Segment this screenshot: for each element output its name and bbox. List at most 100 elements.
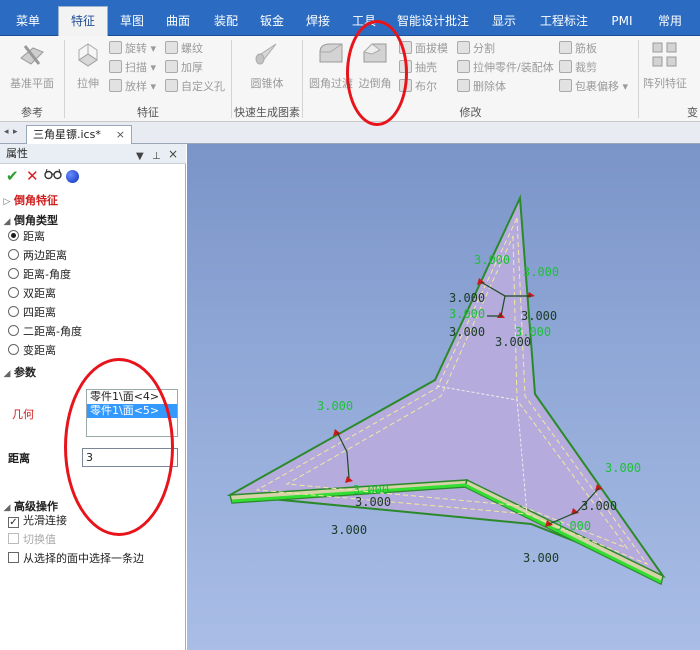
option-toggle-value[interactable]: 切换值 bbox=[8, 531, 56, 549]
menu-tab-pmi[interactable]: PMI bbox=[602, 8, 642, 36]
plane-icon bbox=[20, 45, 44, 65]
ribbon-group-array: 阵列特征 变 bbox=[639, 36, 700, 122]
wrap-offset-label: 包裹偏移 bbox=[575, 80, 619, 93]
dimension-label: 3.000 bbox=[555, 519, 591, 533]
extrude-icon bbox=[78, 43, 98, 67]
type-option-label: 四距离 bbox=[23, 306, 56, 319]
thicken-label: 加厚 bbox=[181, 61, 203, 74]
cone-button[interactable]: 圆锥体 bbox=[244, 40, 290, 91]
ribbon-group-feature: 拉伸 旋转 ▾ 扫描 ▾ 放样 ▾ 螺纹 加厚 自定义孔 特征 bbox=[65, 36, 231, 122]
option-smooth-connect[interactable]: ✓ 光滑连接 bbox=[8, 512, 67, 530]
extrude-part-label: 拉伸零件/装配体 bbox=[473, 61, 554, 74]
custom-hole-label: 自定义孔 bbox=[181, 80, 225, 93]
type-option-four-distance[interactable]: 四距离 bbox=[8, 304, 56, 322]
option-label: 切换值 bbox=[23, 533, 56, 546]
type-option-label: 两边距离 bbox=[23, 249, 67, 262]
menu-tab-feature[interactable]: 特征 bbox=[58, 6, 108, 36]
type-option-two-side-distance[interactable]: 两边距离 bbox=[8, 247, 67, 265]
loft-label: 放样 bbox=[125, 80, 147, 93]
checkbox[interactable]: ✓ bbox=[8, 517, 19, 528]
menu-tab-surface[interactable]: 曲面 bbox=[156, 8, 200, 36]
geometry-label: 几何 bbox=[12, 408, 34, 421]
option-label: 从选择的面中选择一条边 bbox=[23, 552, 144, 565]
trim-icon bbox=[559, 60, 572, 73]
revolve-button[interactable]: 旋转 ▾ bbox=[109, 40, 156, 58]
document-tab[interactable]: 三角星镖.ics* × bbox=[26, 125, 132, 144]
radio-button[interactable] bbox=[8, 306, 19, 317]
split-button[interactable]: 分割 bbox=[457, 40, 495, 58]
document-tab-title: 三角星镖.ics* bbox=[33, 128, 101, 141]
menu-tab-display[interactable]: 显示 bbox=[482, 8, 526, 36]
dimension-label: 3.000 bbox=[581, 499, 617, 513]
radio-button[interactable] bbox=[8, 230, 19, 241]
pattern-button[interactable]: 阵列特征 bbox=[641, 40, 689, 91]
help-icon[interactable] bbox=[66, 170, 79, 183]
hole-icon bbox=[165, 79, 178, 92]
type-option-variable-distance[interactable]: 变距离 bbox=[8, 342, 56, 360]
dimension-label: 3.000 bbox=[521, 309, 557, 323]
extrude-button[interactable]: 拉伸 bbox=[69, 40, 107, 91]
feature-title-row[interactable]: ▷ 倒角特征 bbox=[0, 192, 186, 210]
tab-scroll-right-icon[interactable]: ▸ bbox=[13, 127, 18, 137]
panel-action-bar: ✔ ✕ bbox=[0, 164, 186, 188]
menu-tab-menu[interactable]: 菜单 bbox=[0, 8, 56, 36]
split-icon bbox=[457, 41, 470, 54]
checkbox[interactable] bbox=[8, 533, 19, 544]
base-plane-label: 基准平面 bbox=[10, 77, 54, 90]
confirm-icon[interactable]: ✔ bbox=[6, 166, 19, 186]
3d-viewport[interactable]: 3.000 3.000 3.000 3.000 3.000 3.000 3.00… bbox=[187, 144, 700, 650]
split-label: 分割 bbox=[473, 42, 495, 55]
loft-button[interactable]: 放样 ▾ bbox=[109, 78, 156, 96]
custom-hole-button[interactable]: 自定义孔 bbox=[165, 78, 225, 96]
type-option-double-distance[interactable]: 双距离 bbox=[8, 285, 56, 303]
type-option-label: 距离 bbox=[23, 230, 45, 243]
ribbon-group-reference: 基准平面 参考 bbox=[0, 36, 64, 122]
model-canvas[interactable]: 3.000 3.000 3.000 3.000 3.000 3.000 3.00… bbox=[187, 144, 700, 650]
radio-button[interactable] bbox=[8, 287, 19, 298]
checkbox[interactable] bbox=[8, 552, 19, 563]
thicken-button[interactable]: 加厚 bbox=[165, 59, 203, 77]
menu-tab-sheetmetal[interactable]: 钣金 bbox=[250, 8, 294, 36]
type-option-distance[interactable]: 距离 bbox=[8, 228, 45, 246]
type-option-distance-angle[interactable]: 距离-角度 bbox=[8, 266, 71, 284]
menu-tab-assembly[interactable]: 装配 bbox=[204, 8, 248, 36]
rib-button[interactable]: 筋板 bbox=[559, 40, 597, 58]
dimension-label: 3.000 bbox=[317, 399, 353, 413]
menu-tab-common[interactable]: 常用 bbox=[648, 8, 692, 36]
type-option-two-distance-angle[interactable]: 二距离-角度 bbox=[8, 323, 82, 341]
close-panel-icon[interactable]: × bbox=[168, 145, 178, 164]
base-plane-button[interactable]: 基准平面 bbox=[6, 40, 58, 91]
preview-glasses-icon[interactable] bbox=[44, 166, 62, 186]
menu-bar: 菜单 特征 草图 曲面 装配 钣金 焊接 工具 智能设计批注 显示 工程标注 P… bbox=[0, 0, 700, 36]
menu-tab-sketch[interactable]: 草图 bbox=[110, 8, 154, 36]
radio-button[interactable] bbox=[8, 268, 19, 279]
param-section-title: 参数 bbox=[14, 366, 36, 379]
menu-tab-welding[interactable]: 焊接 bbox=[296, 8, 340, 36]
delete-body-label: 删除体 bbox=[473, 80, 506, 93]
type-option-label: 双距离 bbox=[23, 287, 56, 300]
radio-button[interactable] bbox=[8, 344, 19, 355]
menu-tab-engineering-annotation[interactable]: 工程标注 bbox=[534, 8, 594, 36]
pattern-icon bbox=[652, 42, 677, 67]
sweep-button[interactable]: 扫描 ▾ bbox=[109, 59, 156, 77]
panel-header: 属性 ▼ ⊥ × bbox=[0, 144, 186, 164]
type-option-label: 二距离-角度 bbox=[23, 325, 82, 338]
extrude-part-button[interactable]: 拉伸零件/装配体 bbox=[457, 59, 554, 77]
menu-tab-smart-design[interactable]: 智能设计批注 bbox=[392, 8, 474, 36]
dimension-label: 3.000 bbox=[605, 461, 641, 475]
thread-button[interactable]: 螺纹 bbox=[165, 40, 203, 58]
close-tab-icon[interactable]: × bbox=[116, 126, 125, 144]
tab-scroll-left-icon[interactable]: ◂ bbox=[4, 127, 9, 137]
delete-body-button[interactable]: 删除体 bbox=[457, 78, 506, 96]
trim-button[interactable]: 裁剪 bbox=[559, 59, 597, 77]
star-top-face[interactable] bbox=[226, 194, 666, 579]
radio-button[interactable] bbox=[8, 325, 19, 336]
cancel-icon[interactable]: ✕ bbox=[26, 166, 39, 186]
dimension-label: 3.000 bbox=[523, 265, 559, 279]
wrap-offset-button[interactable]: 包裹偏移 ▾ bbox=[559, 78, 628, 96]
delete-body-icon bbox=[457, 79, 470, 92]
radio-button[interactable] bbox=[8, 249, 19, 260]
app-window: 菜单 特征 草图 曲面 装配 钣金 焊接 工具 智能设计批注 显示 工程标注 P… bbox=[0, 0, 700, 650]
option-select-edge-from-face[interactable]: 从选择的面中选择一条边 bbox=[8, 550, 144, 568]
sweep-icon bbox=[109, 60, 122, 73]
